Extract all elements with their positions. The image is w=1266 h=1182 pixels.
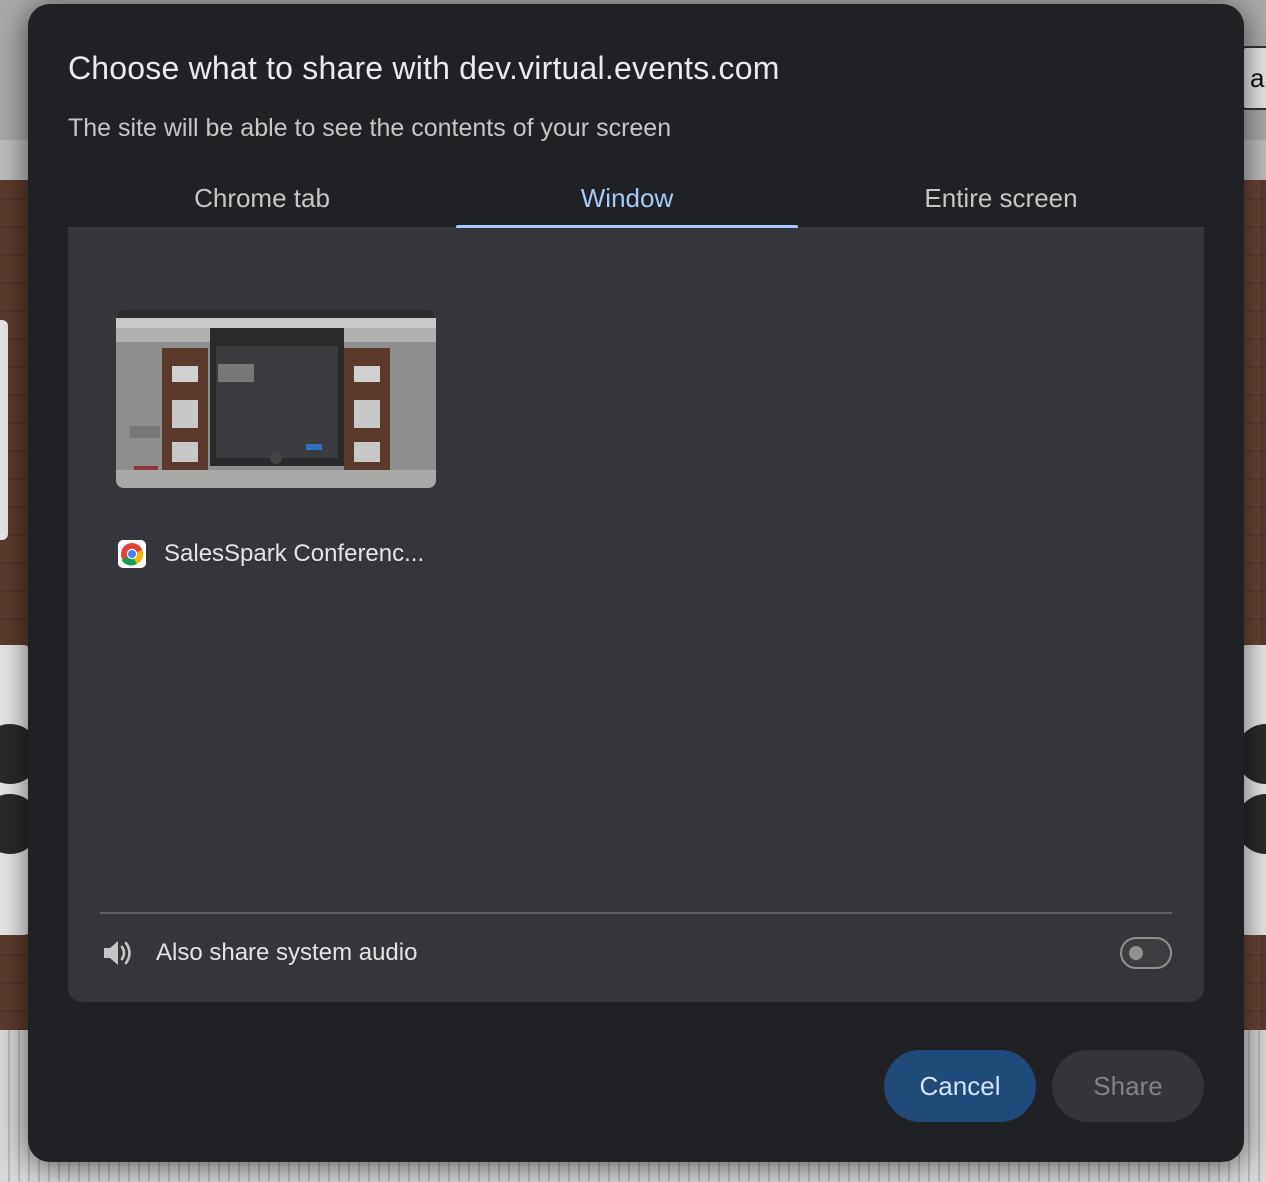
speaker-icon (104, 941, 131, 965)
share-picker-dialog: Choose what to share with dev.virtual.ev… (28, 4, 1244, 1162)
tab-window[interactable]: Window (456, 174, 798, 228)
window-title: SalesSpark Conferenc... (164, 540, 425, 567)
chrome-icon (118, 540, 146, 568)
background-left-card (0, 320, 8, 540)
window-list-panel: SalesSpark Conferenc... Also share syste… (68, 228, 1204, 1002)
window-option[interactable]: SalesSpark Conferenc... (116, 310, 436, 568)
tab-chrome-tab[interactable]: Chrome tab (68, 174, 456, 228)
source-tabs: Chrome tab Window Entire screen (68, 174, 1204, 229)
audio-divider (100, 912, 1172, 914)
window-thumbnail-image (116, 310, 436, 488)
audio-share-label: Also share system audio (156, 939, 418, 966)
cancel-button[interactable]: Cancel (884, 1050, 1036, 1122)
background-left-card-lower (0, 645, 30, 935)
dialog-title: Choose what to share with dev.virtual.ev… (68, 50, 780, 86)
dialog-subtitle: The site will be able to see the content… (68, 114, 672, 142)
window-option-label: SalesSpark Conferenc... (116, 540, 436, 568)
share-button[interactable]: Share (1052, 1050, 1204, 1122)
toggle-knob (1129, 946, 1143, 960)
audio-share-toggle[interactable] (1120, 937, 1172, 969)
tab-entire-screen[interactable]: Entire screen (798, 174, 1204, 228)
background-tab-fragment: a (1242, 46, 1266, 110)
window-thumbnail (116, 310, 436, 488)
audio-share-row: Also share system audio (100, 928, 1172, 978)
